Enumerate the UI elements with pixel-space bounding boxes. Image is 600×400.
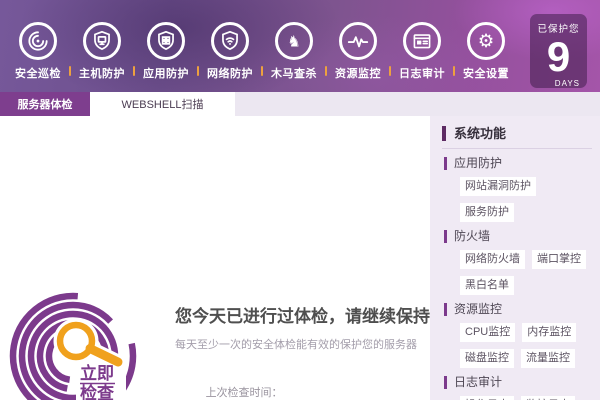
nav-label: 网络防护 [207,68,253,80]
sb-btn-web-vuln-protection[interactable]: 网站漏洞防护 [460,177,536,196]
section-title: 防火墙 [444,230,596,243]
sb-btn-memory-monitor[interactable]: 内存监控 [522,323,577,342]
gear-icon: ⚙ [467,22,505,60]
nav-divider [69,66,71,76]
nav-item-resource-monitor[interactable]: 资源监控 [328,22,388,81]
nav-label: 安全设置 [463,68,509,80]
sb-btn-traffic-monitor[interactable]: 流量监控 [521,349,575,368]
host-shield-icon [83,22,121,60]
section-buttons: CPU监控 内存监控 磁盘监控 流量监控 [460,323,594,368]
check-now-label-line2: 检查 [80,383,115,400]
stat-last-check-time: 上次检查时间： 2016/8/6 19:40:02 [175,368,431,400]
pulse-monitor-icon [339,22,377,60]
nav-divider [325,66,327,76]
sb-btn-port-control[interactable]: 端口掌控 [532,250,586,269]
network-shield-icon [211,22,249,60]
app-shield-icon [147,22,185,60]
checkup-heading: 您今天已进行过体检，请继续保持 [175,307,430,326]
checkup-stats: 上次检查时间： 2016/8/6 19:40:02 上次体检得分： 98分 未处… [175,368,431,400]
protected-days-unit: DAYS [554,79,580,88]
svg-text:⚙: ⚙ [478,31,495,52]
tab-webshell-scan[interactable]: WEBSHELL扫描 [90,92,235,116]
sb-btn-network-firewall[interactable]: 网络防火墙 [460,250,525,269]
nav-divider [389,66,391,76]
nav-item-trojan-scan[interactable]: ♞ 木马查杀 [264,22,324,81]
sidebar-section-app-protection: 应用防护 网站漏洞防护 服务防护 [442,157,596,222]
protected-days-count: 9 [546,33,571,80]
nav-item-host-protection[interactable]: 主机防护 [72,22,132,81]
checkup-summary: 您今天已进行过体检，请继续保持 每天至少一次的安全体检能有效的保护您的服务器 上… [175,302,431,400]
sidebar-divider [442,148,592,149]
nav-item-security-patrol[interactable]: 安全巡检 [8,22,68,81]
top-nav-bar: 安全巡检 主机防护 应用防护 网络防护 ♞ 木马查杀 资源监控 日志审计 ⚙ 安… [0,0,600,92]
nav-label: 主机防护 [79,68,125,80]
nav-label: 安全巡检 [15,68,61,80]
system-functions-sidebar: 系统功能 应用防护 网站漏洞防护 服务防护 防火墙 网络防火墙 端口掌控 黑白名… [430,116,600,400]
sb-btn-black-white-list[interactable]: 黑白名单 [460,276,514,295]
protected-days-badge: 已保护您 9 DAYS [530,14,587,88]
check-now-button[interactable]: 立即 检查 [8,284,158,400]
sb-btn-cpu-monitor[interactable]: CPU监控 [460,323,516,342]
security-suite-window: 安全巡检 主机防护 应用防护 网络防护 ♞ 木马查杀 资源监控 日志审计 ⚙ 安… [0,0,600,400]
svg-text:♞: ♞ [287,32,301,50]
tab-bar: 服务器体检 WEBSHELL扫描 [0,92,600,116]
sidebar-title: 系统功能 [442,126,596,141]
nav-item-app-protection[interactable]: 应用防护 [136,22,196,81]
nav-divider [133,66,135,76]
stat-label: 上次检查时间： [205,387,283,399]
nav-label: 日志审计 [399,68,445,80]
nav-divider [261,66,263,76]
spiral-scan-icon [19,22,57,60]
section-title: 应用防护 [444,157,596,170]
nav-item-network-protection[interactable]: 网络防护 [200,22,260,81]
nav-label: 应用防护 [143,68,189,80]
section-buttons: 网站漏洞防护 服务防护 [460,177,594,222]
sidebar-section-resource-monitor: 资源监控 CPU监控 内存监控 磁盘监控 流量监控 [442,303,596,368]
nav-divider [197,66,199,76]
sidebar-section-log-audit: 日志审计 操作日志 监控日志 防护日志 [442,376,596,400]
top-nav: 安全巡检 主机防护 应用防护 网络防护 ♞ 木马查杀 资源监控 日志审计 ⚙ 安… [8,22,520,81]
nav-item-log-audit[interactable]: 日志审计 [392,22,452,81]
sb-btn-service-protection[interactable]: 服务防护 [460,203,514,222]
nav-label: 资源监控 [335,68,381,80]
sb-btn-monitor-log[interactable]: 监控日志 [521,396,575,400]
sb-btn-operation-log[interactable]: 操作日志 [460,396,514,400]
sb-btn-disk-monitor[interactable]: 磁盘监控 [460,349,514,368]
section-title: 日志审计 [444,376,596,389]
section-title: 资源监控 [444,303,596,316]
check-now-label-line1: 立即 [80,363,114,383]
trojan-horse-icon: ♞ [275,22,313,60]
nav-divider [453,66,455,76]
tab-server-checkup[interactable]: 服务器体检 [0,92,90,116]
log-report-icon [403,22,441,60]
section-buttons: 操作日志 监控日志 防护日志 [460,396,594,400]
checkup-subheading: 每天至少一次的安全体检能有效的保护您的服务器 [175,339,417,351]
section-buttons: 网络防火墙 端口掌控 黑白名单 [460,250,594,295]
nav-item-security-settings[interactable]: ⚙ 安全设置 [456,22,516,81]
checkup-panel: 立即 检查 您今天已进行过体检，请继续保持 每天至少一次的安全体检能有效的保护您… [0,116,430,400]
nav-label: 木马查杀 [271,68,317,80]
sidebar-section-firewall: 防火墙 网络防火墙 端口掌控 黑白名单 [442,230,596,295]
